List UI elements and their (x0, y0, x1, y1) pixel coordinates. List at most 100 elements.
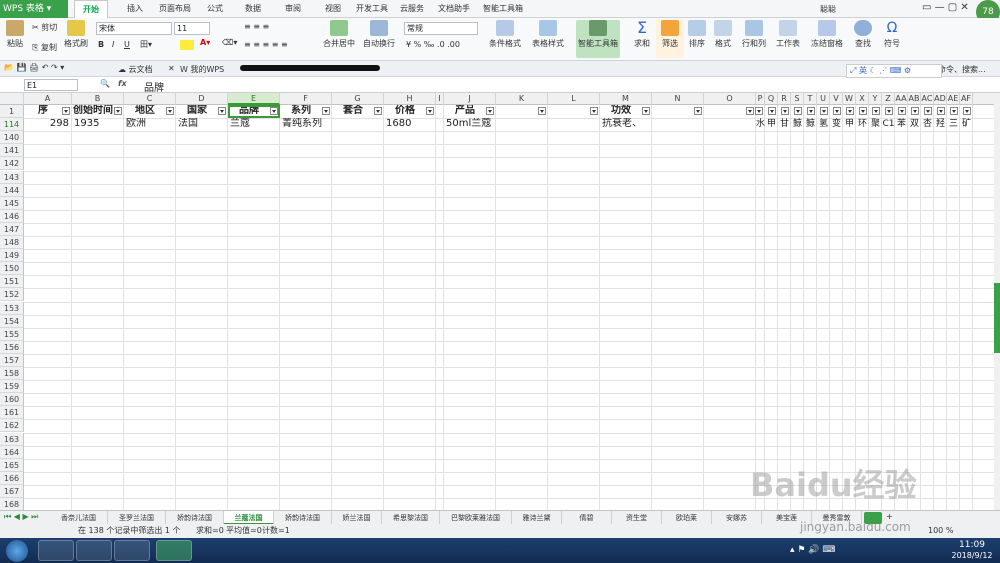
menu-tab[interactable]: 智能工具箱 (478, 0, 528, 18)
find-button[interactable]: 查找 (850, 20, 876, 58)
data-cell[interactable]: 苯 (895, 118, 908, 131)
sheet-tab[interactable]: 娇兰法国 (332, 511, 382, 525)
column-header[interactable]: AB (908, 93, 921, 105)
row-number[interactable]: 114 (0, 118, 24, 132)
column-header[interactable]: Z (882, 93, 895, 105)
menu-tab[interactable]: 公式 (200, 0, 230, 18)
data-cell[interactable]: 50ml兰蔻 (444, 118, 496, 131)
menu-tab[interactable]: 插入 (120, 0, 150, 18)
row-number[interactable]: 141 (0, 144, 24, 158)
row-number[interactable]: 144 (0, 183, 24, 197)
sheet-tab[interactable]: 娇韵诗法国 (274, 511, 332, 525)
filter-dropdown-icon[interactable] (794, 107, 802, 115)
filter-dropdown-icon[interactable] (833, 107, 841, 115)
data-cell[interactable]: 菁纯系列 (280, 118, 332, 131)
taskbar-360[interactable] (76, 540, 112, 561)
row-number[interactable]: 146 (0, 209, 24, 223)
window-controls[interactable]: ▭ — ▢ ✕ (922, 2, 969, 13)
filter-dropdown-icon[interactable] (924, 107, 932, 115)
row-number[interactable]: 157 (0, 353, 24, 367)
fill-color-button[interactable] (180, 40, 194, 50)
data-cell[interactable]: 变 (830, 118, 843, 131)
data-cell[interactable]: 抗衰老、 (600, 118, 652, 131)
taskbar-ie[interactable] (38, 540, 74, 561)
column-header[interactable]: G (332, 93, 384, 105)
sheet-tab[interactable]: 雅诗兰黛 (512, 511, 562, 525)
fx-icon[interactable]: fx (118, 79, 127, 88)
menu-tab[interactable]: 审阅 (278, 0, 308, 18)
row-number[interactable]: 145 (0, 196, 24, 210)
row-number[interactable]: 152 (0, 288, 24, 302)
quick-access-icons[interactable]: 📂 💾 🖨 ↶ ↷ ▾ (4, 63, 64, 72)
filter-dropdown-icon[interactable] (911, 107, 919, 115)
data-cell[interactable]: 鲸 (804, 118, 817, 131)
row-col-button[interactable]: 行和列 (738, 20, 770, 58)
filter-dropdown-icon[interactable] (62, 107, 70, 115)
close-tab-icon[interactable]: ✕ (168, 64, 175, 73)
row-number[interactable]: 165 (0, 458, 24, 472)
copy-button[interactable]: ⎘ 复制 (32, 42, 57, 53)
filter-dropdown-icon[interactable] (768, 107, 776, 115)
data-cell[interactable]: 欧洲 (124, 118, 176, 131)
data-cell[interactable]: 甲 (765, 118, 778, 131)
data-cell[interactable]: 矿 (960, 118, 973, 131)
header-cell[interactable]: 国家 (176, 105, 218, 118)
column-header[interactable]: V (830, 93, 843, 105)
filter-dropdown-icon[interactable] (937, 107, 945, 115)
column-header[interactable]: O (704, 93, 756, 105)
bold-button[interactable]: B (98, 40, 104, 49)
column-header[interactable]: AE (947, 93, 960, 105)
user-name[interactable]: 聪聪 (820, 4, 836, 15)
column-header[interactable]: Y (869, 93, 882, 105)
font-color-button[interactable]: A▾ (200, 38, 210, 47)
row-number[interactable]: 158 (0, 367, 24, 381)
data-cell[interactable]: 氢 (817, 118, 830, 131)
data-cell[interactable]: 1680 (384, 118, 436, 131)
filter-dropdown-icon[interactable] (322, 107, 330, 115)
filter-dropdown-icon[interactable] (755, 107, 763, 115)
column-header[interactable]: X (856, 93, 869, 105)
row-number[interactable]: 166 (0, 471, 24, 485)
filter-dropdown-icon[interactable] (114, 107, 122, 115)
row-number[interactable]: 162 (0, 419, 24, 433)
header-cell[interactable]: 序 (24, 105, 62, 118)
sheet-tab[interactable]: 资生堂 (612, 511, 662, 525)
sheet-tab[interactable]: 巴黎欧莱雅法国 (440, 511, 512, 525)
sheet-tab[interactable]: 娇韵诗法国 (166, 511, 224, 525)
data-cell[interactable]: 聚 (869, 118, 882, 131)
header-cell[interactable]: 套合 (332, 105, 374, 118)
data-cell[interactable]: 杏 (921, 118, 934, 131)
filter-dropdown-icon[interactable] (885, 107, 893, 115)
row-number[interactable]: 154 (0, 314, 24, 328)
smart-toolbox-button[interactable]: 智能工具箱 (576, 20, 620, 58)
underline-button[interactable]: U (124, 40, 130, 49)
name-box[interactable]: E1 (24, 79, 78, 91)
symbol-button[interactable]: Ω 符号 (878, 20, 906, 58)
column-header[interactable]: E (228, 93, 280, 105)
sheet-tab[interactable]: 兰蔻法国 (224, 511, 274, 525)
data-cell[interactable]: 甲 (843, 118, 856, 131)
column-header[interactable]: AF (960, 93, 973, 105)
column-header[interactable]: L (548, 93, 600, 105)
ime-toolbar[interactable]: ⤢ 英 ☾ ⋰ ⌨ ⚙ (846, 64, 942, 78)
row-number[interactable]: 167 (0, 484, 24, 498)
header-cell[interactable]: 功效 (600, 105, 642, 118)
sheet-tab[interactable]: 圣罗兰法国 (108, 511, 166, 525)
formula-input[interactable]: 品牌 (144, 79, 164, 94)
font-size-select[interactable]: 11 (174, 22, 210, 35)
worksheet-button[interactable]: 工作表 (772, 20, 804, 58)
row-number[interactable]: 151 (0, 275, 24, 289)
filter-dropdown-icon[interactable] (963, 107, 971, 115)
column-header[interactable]: S (791, 93, 804, 105)
data-cell[interactable]: 环 (856, 118, 869, 131)
row-number[interactable]: 150 (0, 262, 24, 276)
header-cell[interactable]: 系列 (280, 105, 322, 118)
row-number[interactable]: 142 (0, 157, 24, 171)
scroll-handle[interactable] (994, 283, 1000, 353)
filter-dropdown-icon[interactable] (820, 107, 828, 115)
header-cell[interactable] (496, 105, 538, 118)
filter-dropdown-icon[interactable] (950, 107, 958, 115)
filter-dropdown-icon[interactable] (898, 107, 906, 115)
row-number[interactable]: 161 (0, 406, 24, 420)
font-name-select[interactable]: 宋体 (96, 22, 172, 35)
